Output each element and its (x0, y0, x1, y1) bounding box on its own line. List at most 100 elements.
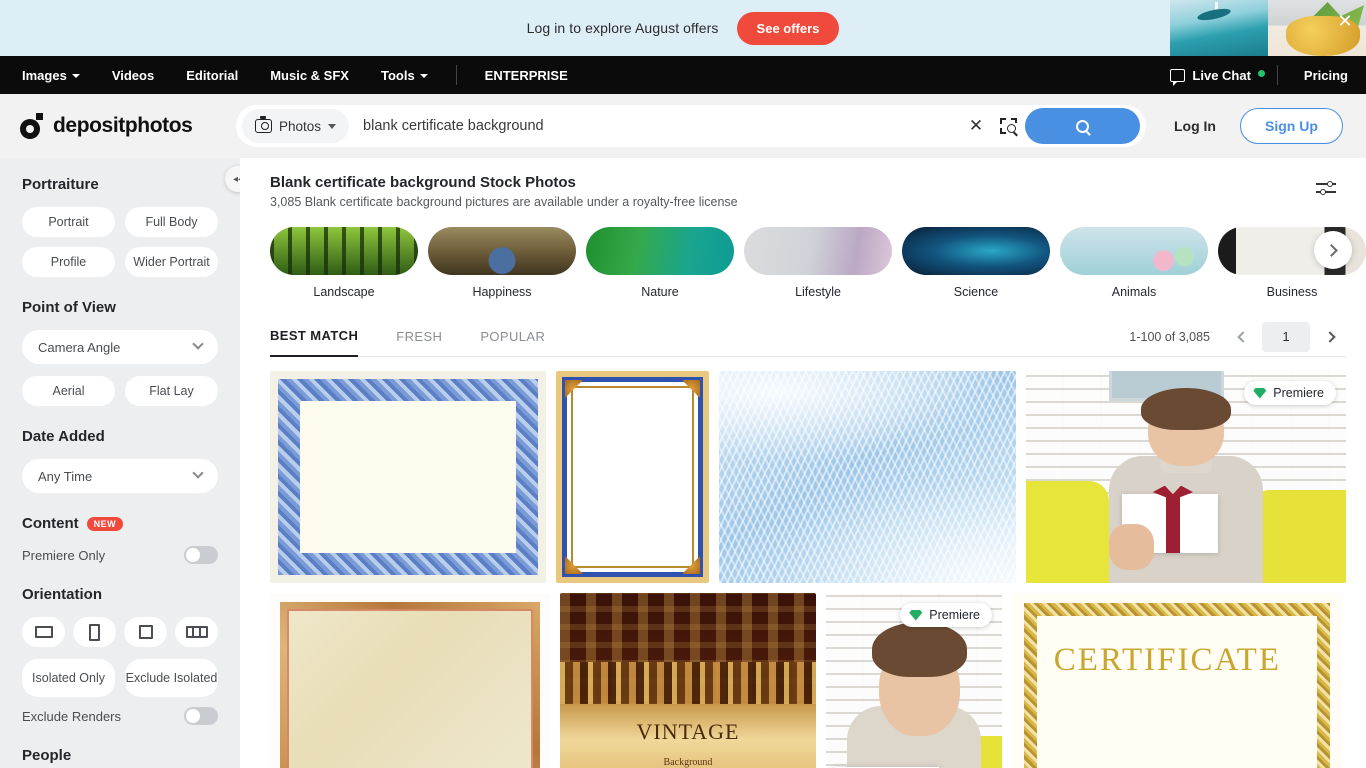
portraiture-pills-row-1: Portrait Full Body (22, 207, 218, 237)
promo-text: Log in to explore August offers (526, 20, 719, 36)
result-thumbnail: CERTIFICATE (1012, 593, 1342, 768)
result-woman-portrait[interactable]: Premiere Favorites (826, 593, 1002, 768)
page-number[interactable]: 1 (1262, 321, 1310, 352)
camera-icon (255, 116, 272, 133)
filter-pill-wider-portrait[interactable]: Wider Portrait (125, 247, 218, 277)
top-navigation: Images Videos Editorial Music & SFX Tool… (0, 56, 1366, 94)
live-chat-label: Live Chat (1192, 67, 1251, 83)
close-icon[interactable]: ✕ (1334, 10, 1356, 32)
filter-section-title-content: Content NEW (22, 515, 218, 532)
filter-pill-full-body[interactable]: Full Body (125, 207, 218, 237)
gem-icon (1253, 387, 1267, 399)
nav-item-enterprise[interactable]: ENTERPRISE (469, 68, 584, 83)
chevron-right-icon[interactable] (1314, 231, 1352, 269)
result-blue-guilloche-background[interactable] (719, 371, 1016, 583)
filter-pill-exclude-isolated[interactable]: Exclude Isolated (125, 659, 218, 697)
visual-search-icon[interactable] (991, 118, 1025, 137)
orientation-row (22, 617, 218, 647)
category-thumbnail (586, 227, 734, 275)
results-row: VINTAGE Background Premiere CERTIFICATE (270, 593, 1346, 768)
result-gold-certificate[interactable]: CERTIFICATE (1012, 593, 1342, 768)
nav-item-editorial[interactable]: Editorial (170, 68, 254, 83)
live-chat-button[interactable]: Live Chat (1170, 67, 1265, 86)
tab-best-match[interactable]: BEST MATCH (270, 317, 359, 357)
chevron-right-icon[interactable] (1316, 322, 1346, 352)
filter-pill-portrait[interactable]: Portrait (22, 207, 115, 237)
filter-pill-flat-lay[interactable]: Flat Lay (125, 376, 218, 406)
filter-section-title-date-added: Date Added (22, 428, 105, 445)
category-lifestyle[interactable]: Lifestyle (744, 227, 892, 299)
premiere-only-toggle[interactable] (184, 546, 218, 564)
orientation-portrait-button[interactable] (73, 617, 116, 647)
results-main: Blank certificate background Stock Photo… (240, 158, 1366, 768)
promo-banner: Log in to explore August offers See offe… (0, 0, 1366, 56)
search-button[interactable] (1025, 108, 1140, 144)
nav-item-music-sfx[interactable]: Music & SFX (254, 68, 365, 83)
result-thumbnail: VINTAGE Background (560, 593, 816, 768)
filters-icon[interactable] (1316, 180, 1336, 196)
nav-item-label: Images (22, 67, 67, 83)
chevron-left-icon[interactable] (1226, 322, 1256, 352)
category-happiness[interactable]: Happiness (428, 227, 576, 299)
filter-pill-profile[interactable]: Profile (22, 247, 115, 277)
chevron-down-icon (328, 123, 337, 129)
result-blue-ornate-certificate[interactable] (270, 371, 546, 583)
nav-item-videos[interactable]: Videos (96, 68, 170, 83)
site-header: depositphotos Photos ✕ Log In Sign Up (0, 94, 1366, 158)
category-animals[interactable]: Animals (1060, 227, 1208, 299)
results-count: 1-100 of 3,085 (1129, 329, 1210, 344)
nav-divider (455, 65, 457, 85)
search-icon (1076, 119, 1089, 133)
result-thumbnail (556, 371, 709, 583)
nav-item-images[interactable]: Images (22, 68, 96, 83)
nav-item-pricing[interactable]: Pricing (1290, 68, 1348, 83)
search-type-dropdown[interactable]: Photos (242, 109, 350, 143)
category-label: Landscape (313, 285, 375, 299)
result-parchment-certificate[interactable] (270, 593, 550, 768)
date-added-select[interactable]: Any Time (22, 459, 218, 493)
premiere-only-label: Premiere Only (22, 547, 106, 563)
see-offers-button[interactable]: See offers (736, 11, 840, 45)
premiere-only-row: Premiere Only (22, 546, 218, 564)
category-nature[interactable]: Nature (586, 227, 734, 299)
orientation-panoramic-button[interactable] (175, 617, 218, 647)
collapse-sidebar-icon[interactable]: ◂◂ (225, 166, 240, 192)
result-woman-holding-gift-card[interactable]: Premiere (1026, 371, 1346, 583)
result-thumbnail (270, 371, 546, 583)
chevron-down-icon (419, 74, 428, 78)
category-thumbnail (744, 227, 892, 275)
tab-fresh[interactable]: FRESH (396, 317, 442, 357)
signup-button[interactable]: Sign Up (1240, 108, 1343, 144)
date-added-value: Any Time (38, 468, 93, 484)
tab-popular[interactable]: POPULAR (480, 317, 545, 357)
filter-pill-aerial[interactable]: Aerial (22, 376, 115, 406)
logo[interactable]: depositphotos (20, 113, 236, 139)
result-thumbnail (719, 371, 1016, 583)
search-input[interactable] (349, 118, 961, 134)
result-caption: VINTAGE (636, 719, 740, 744)
category-science[interactable]: Science (902, 227, 1050, 299)
orientation-square-button[interactable] (124, 617, 167, 647)
orientation-landscape-button[interactable] (22, 617, 65, 647)
result-subcaption: Background (663, 756, 713, 768)
clear-search-icon[interactable]: ✕ (961, 116, 991, 136)
category-landscape[interactable]: Landscape (270, 227, 418, 299)
nav-item-tools[interactable]: Tools (365, 68, 444, 83)
category-label: Animals (1111, 285, 1157, 299)
chat-icon (1170, 68, 1186, 86)
search-bar: Photos ✕ (236, 105, 1146, 147)
status-badge-premiere: Premiere (900, 603, 992, 627)
badge-label: Premiere (929, 608, 980, 622)
exclude-renders-label: Exclude Renders (22, 708, 121, 724)
results-grid: Premiere VINTAGE Background Premiere CER… (270, 371, 1346, 768)
portrait-icon (89, 623, 100, 641)
filter-section-title-orientation: Orientation (22, 586, 103, 603)
result-vintage-background[interactable]: VINTAGE Background (560, 593, 816, 768)
category-thumbnail (1060, 227, 1208, 275)
login-button[interactable]: Log In (1174, 118, 1216, 134)
result-blue-gold-frame-certificate[interactable] (556, 371, 709, 583)
search-type-label: Photos (279, 118, 322, 134)
camera-angle-select[interactable]: Camera Angle (22, 330, 218, 364)
filter-pill-isolated-only[interactable]: Isolated Only (22, 659, 115, 697)
exclude-renders-toggle[interactable] (184, 707, 218, 725)
